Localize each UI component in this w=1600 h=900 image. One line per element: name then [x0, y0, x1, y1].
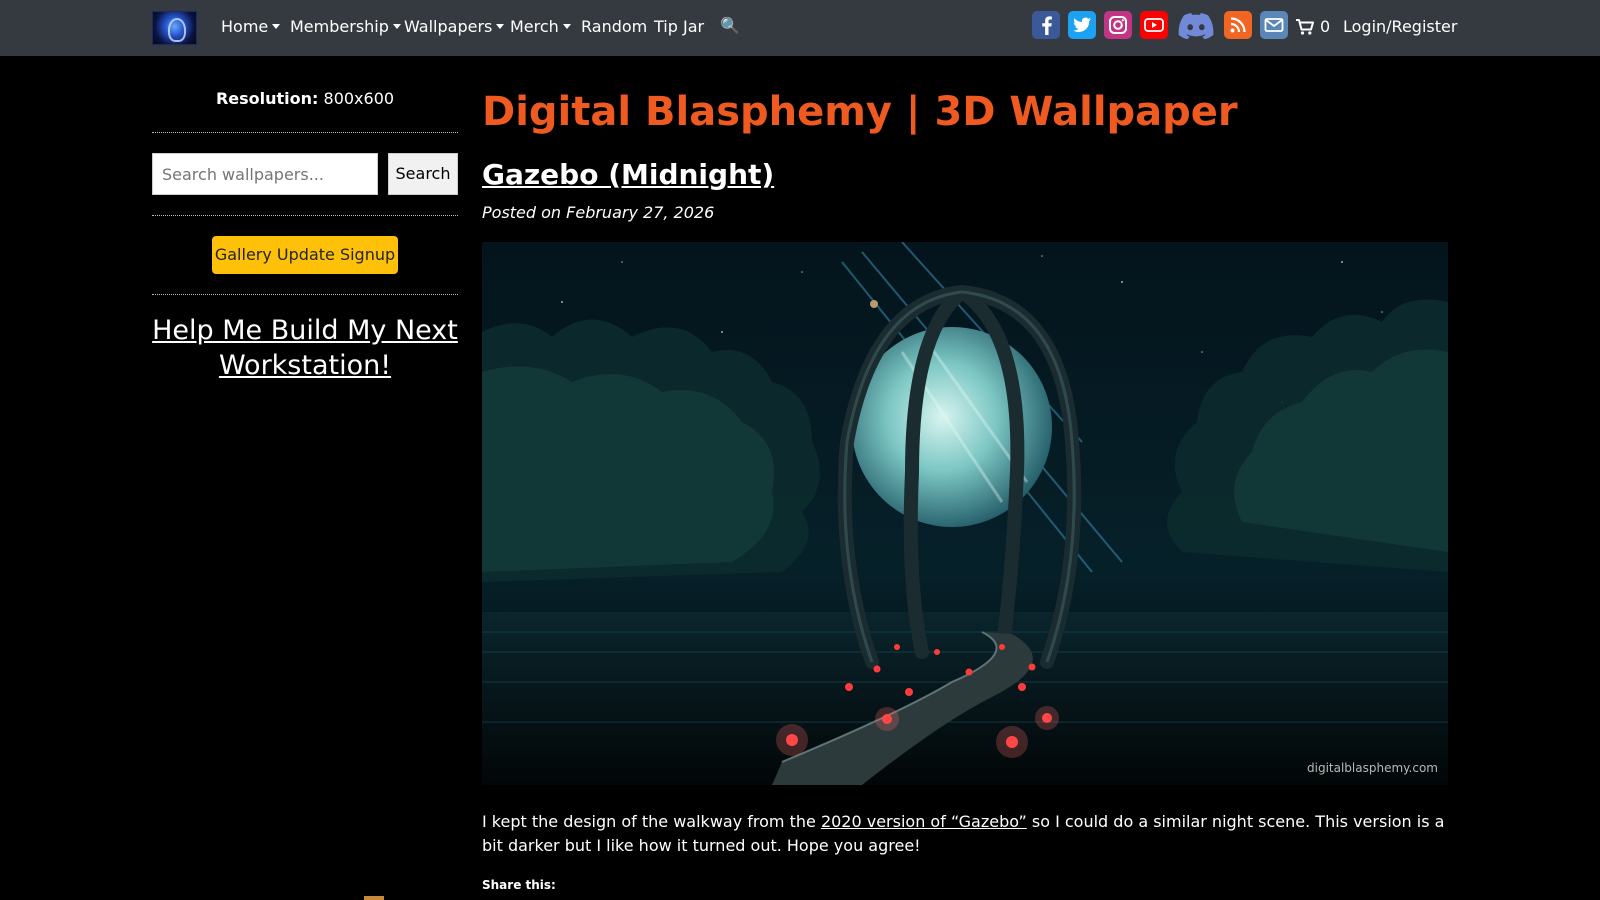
- divider: [152, 215, 458, 216]
- email-icon[interactable]: [1260, 11, 1288, 39]
- wallpaper-image[interactable]: digitalblasphemy.com: [482, 242, 1448, 785]
- search-button[interactable]: Search: [388, 153, 458, 195]
- discord-icon[interactable]: [1176, 11, 1216, 39]
- login-register-link[interactable]: Login/Register: [1343, 17, 1457, 37]
- divider: [152, 132, 458, 133]
- gazebo-2020-link[interactable]: 2020 version of “Gazebo”: [821, 812, 1027, 831]
- nav-merch[interactable]: Merch: [510, 17, 571, 37]
- nav-wallpapers[interactable]: Wallpapers: [404, 17, 504, 37]
- site-title: Digital Blasphemy | 3D Wallpaper: [482, 89, 1238, 135]
- youtube-icon[interactable]: [1140, 11, 1168, 39]
- post-body: I kept the design of the walkway from th…: [482, 810, 1448, 858]
- post-title-link[interactable]: Gazebo (Midnight): [482, 157, 774, 193]
- site-logo[interactable]: [152, 11, 197, 45]
- search-input[interactable]: [152, 153, 378, 195]
- search-icon[interactable]: 🔍: [720, 16, 740, 35]
- share-heading: Share this:: [482, 878, 556, 892]
- rss-icon[interactable]: [1224, 11, 1252, 39]
- facebook-icon[interactable]: [1032, 11, 1060, 39]
- twitter-icon[interactable]: [1068, 11, 1096, 39]
- resolution-label: Resolution:: [215, 89, 319, 108]
- cart-button[interactable]: 0: [1296, 17, 1330, 37]
- help-build-workstation-link[interactable]: Help Me Build My Next Workstation!: [152, 313, 458, 383]
- wallpaper-watermark: digitalblasphemy.com: [1307, 761, 1438, 775]
- gallery-update-signup-button[interactable]: Gallery Update Signup: [212, 236, 398, 274]
- nav-tip-jar[interactable]: Tip Jar: [654, 17, 704, 37]
- divider: [152, 294, 458, 295]
- top-navbar: Home Membership Wallpapers Merch Random …: [0, 0, 1600, 56]
- nav-membership[interactable]: Membership: [290, 17, 401, 37]
- instagram-icon[interactable]: [1104, 11, 1132, 39]
- post-body-text-1: I kept the design of the walkway from th…: [482, 812, 821, 831]
- cart-count: 0: [1320, 17, 1331, 36]
- cart-icon: [1296, 19, 1314, 35]
- sidebar-image-edge: [364, 896, 384, 900]
- post-date: Posted on February 27, 2026: [482, 203, 715, 222]
- nav-home[interactable]: Home: [221, 17, 280, 37]
- resolution-value: 800x600: [323, 89, 395, 108]
- resolution-info: Resolution: 800x600: [152, 89, 458, 109]
- nav-random[interactable]: Random: [581, 17, 647, 37]
